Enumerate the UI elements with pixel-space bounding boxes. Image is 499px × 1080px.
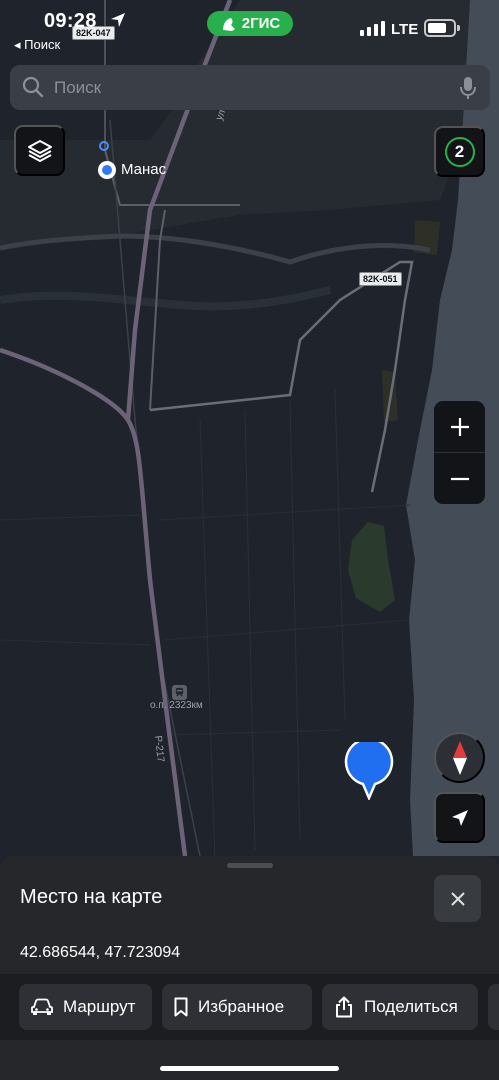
app-badge[interactable]: 2ГИС bbox=[207, 11, 293, 36]
traffic-level: 2 bbox=[444, 136, 475, 167]
home-indicator bbox=[160, 1066, 339, 1071]
car-icon bbox=[31, 998, 53, 1015]
train-stop-label: о.п. 2323км bbox=[150, 700, 203, 711]
more-actions-button[interactable] bbox=[488, 984, 499, 1030]
network-type: LTE bbox=[391, 21, 419, 38]
zoom-in-button[interactable] bbox=[434, 401, 485, 452]
my-location-button[interactable] bbox=[434, 792, 485, 843]
road-shield-82k051: 82K-051 bbox=[359, 272, 402, 286]
search-bar[interactable] bbox=[10, 65, 490, 110]
favorites-button-label: Избранное bbox=[198, 997, 285, 1016]
2gis-logo-icon bbox=[222, 17, 235, 31]
place-label-manas[interactable]: Манас bbox=[121, 161, 166, 178]
compass-button[interactable] bbox=[434, 732, 485, 783]
layers-button[interactable] bbox=[14, 125, 65, 176]
search-input[interactable] bbox=[54, 65, 434, 110]
sheet-title: Место на карте bbox=[20, 886, 163, 908]
layers-icon bbox=[27, 139, 52, 162]
map-canvas[interactable] bbox=[0, 0, 499, 870]
microphone-icon[interactable] bbox=[460, 76, 476, 100]
place-sheet: Место на карте 42.686544, 47.723094 Марш… bbox=[0, 856, 499, 1080]
sheet-grabber[interactable] bbox=[227, 863, 273, 868]
close-icon bbox=[450, 891, 465, 906]
action-bar: Маршрут Избранное Поделиться bbox=[0, 974, 499, 1040]
zoom-out-button[interactable] bbox=[434, 453, 485, 504]
back-to-search-link[interactable]: ◂ Поиск bbox=[14, 37, 60, 53]
navigation-arrow-icon bbox=[451, 809, 468, 826]
traffic-button[interactable]: 2 bbox=[434, 126, 485, 177]
close-button[interactable] bbox=[434, 875, 481, 922]
coordinates-text[interactable]: 42.686544, 47.723094 bbox=[20, 944, 180, 962]
place-marker[interactable] bbox=[98, 161, 116, 179]
status-time: 09:28 bbox=[44, 10, 97, 32]
bookmark-icon bbox=[174, 997, 188, 1017]
app-badge-label: 2ГИС bbox=[241, 15, 281, 32]
status-bar: 09:28 ◂ Поиск 2ГИС LTE bbox=[0, 0, 499, 60]
share-button-label: Поделиться bbox=[364, 997, 458, 1016]
share-button[interactable]: Поделиться bbox=[322, 984, 478, 1030]
route-button-label: Маршрут bbox=[63, 997, 136, 1016]
location-arrow-icon bbox=[111, 13, 125, 27]
zoom-control bbox=[434, 401, 485, 504]
route-button[interactable]: Маршрут bbox=[19, 984, 152, 1030]
battery-icon bbox=[424, 19, 460, 37]
plus-icon bbox=[450, 417, 469, 436]
favorites-button[interactable]: Избранное bbox=[162, 984, 312, 1030]
cellular-signal-icon bbox=[360, 21, 385, 36]
compass-icon bbox=[452, 740, 467, 775]
location-pin-icon[interactable] bbox=[344, 742, 394, 800]
share-icon bbox=[336, 996, 352, 1018]
minus-icon bbox=[450, 477, 469, 480]
search-icon bbox=[22, 76, 44, 98]
train-stop-icon[interactable] bbox=[172, 685, 187, 700]
